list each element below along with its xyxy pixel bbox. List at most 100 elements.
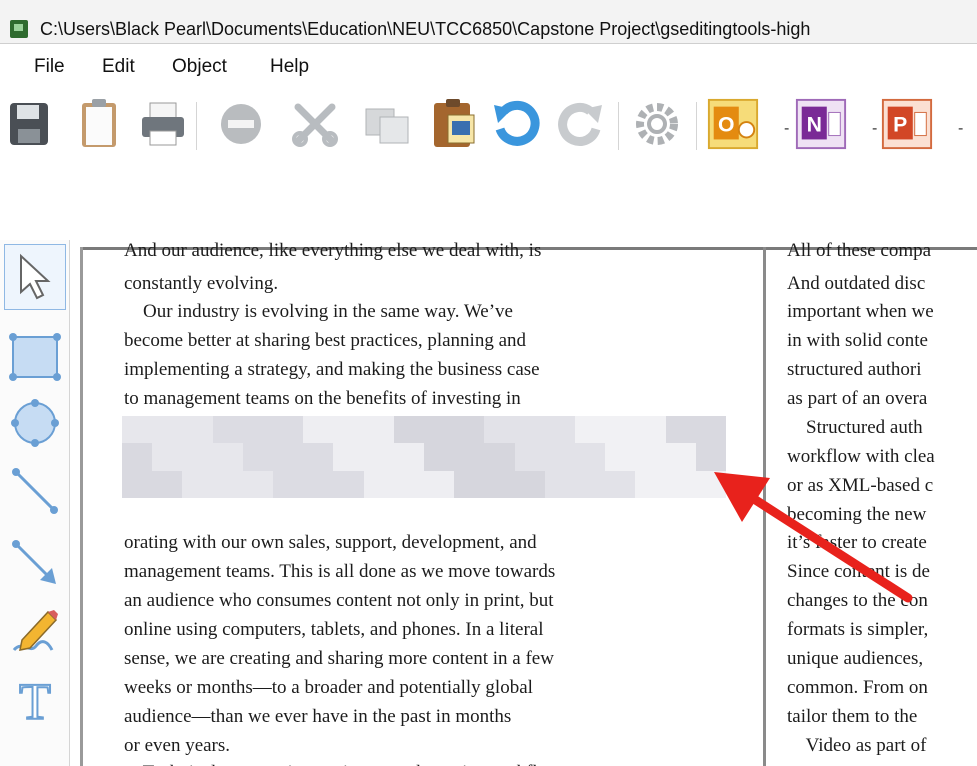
outlook-icon: O <box>707 98 759 150</box>
redaction-cell <box>212 470 243 498</box>
text-line: implementing a strategy, and making the … <box>124 359 540 380</box>
redaction-cell <box>393 443 424 471</box>
rectangle-tool[interactable] <box>4 324 66 390</box>
menu-file[interactable]: File <box>34 56 65 78</box>
redaction-cell <box>695 443 726 471</box>
paste-button[interactable] <box>428 94 482 154</box>
redacted-text-block <box>122 416 726 498</box>
redaction-cell <box>544 470 575 498</box>
rectangle-icon <box>9 333 61 381</box>
text-line: an audience who consumes content not onl… <box>124 590 554 611</box>
paste-icon <box>434 99 475 147</box>
onenote-letter: N <box>807 114 822 137</box>
cut-button[interactable] <box>288 94 342 154</box>
select-tool[interactable] <box>4 244 66 310</box>
redaction-cell <box>273 443 304 471</box>
text-line: unique audiences, <box>787 648 924 669</box>
select-arrow-icon <box>20 253 51 300</box>
redaction-cell <box>333 470 364 498</box>
text-line: All of these compa <box>787 240 932 261</box>
text-line: to management teams on the benefits of i… <box>124 388 521 409</box>
text-tool[interactable]: T <box>4 668 66 734</box>
settings-icon <box>636 103 678 145</box>
text-line: in with solid conte <box>787 330 928 351</box>
powerpoint-dropdown[interactable]: - <box>958 120 963 138</box>
redaction-cell <box>575 443 606 471</box>
outlook-dropdown[interactable]: - <box>784 120 789 138</box>
window-title: C:\Users\Black Pearl\Documents\Education… <box>40 19 811 39</box>
copy-button[interactable] <box>360 94 414 154</box>
redaction-cell <box>514 416 545 444</box>
text-line: orating with our own sales, support, dev… <box>124 532 537 553</box>
pencil-tool[interactable] <box>4 600 66 666</box>
menu-edit[interactable]: Edit <box>102 56 135 78</box>
redo-icon <box>558 103 602 146</box>
undo-button[interactable] <box>490 94 544 154</box>
remove-button[interactable] <box>214 94 268 154</box>
text-line: structured authori <box>787 359 922 380</box>
redaction-cell <box>424 470 455 498</box>
text-line: management teams. This is all done as we… <box>124 561 556 582</box>
outlook-button[interactable]: O <box>706 94 760 154</box>
line-tool[interactable] <box>4 458 66 524</box>
onenote-dropdown[interactable]: - <box>872 120 877 138</box>
clipboard-button[interactable] <box>72 94 126 154</box>
text-line: And outdated disc <box>787 273 926 294</box>
redaction-cell <box>514 470 545 498</box>
clipboard-icon <box>82 99 116 147</box>
redaction-cell <box>363 443 394 471</box>
text-line: become better at sharing best practices,… <box>124 330 527 351</box>
powerpoint-button[interactable]: P <box>880 94 934 154</box>
text-line: Video as part of <box>787 735 927 756</box>
text-line: audience—than we ever have in the past i… <box>124 706 512 727</box>
toolbar-separator <box>618 102 619 150</box>
menu-bar: File Edit Object Help <box>0 56 977 84</box>
redaction-cell <box>212 416 243 444</box>
redaction-cell <box>635 443 666 471</box>
redaction-cell <box>393 470 424 498</box>
text-line: as part of an overa <box>787 388 928 409</box>
onenote-icon: N <box>795 98 847 150</box>
redaction-cell <box>363 470 394 498</box>
text-line: workflow with clea <box>787 446 935 467</box>
redaction-cell <box>152 416 183 444</box>
text-line: online using computers, tablets, and pho… <box>124 619 544 640</box>
redaction-cell <box>544 416 575 444</box>
redaction-cell <box>273 470 304 498</box>
save-button[interactable] <box>2 94 56 154</box>
text-line: Structured auth <box>787 417 923 438</box>
redaction-cell <box>635 416 666 444</box>
redaction-cell <box>514 443 545 471</box>
remove-icon <box>221 104 261 144</box>
powerpoint-icon: P <box>881 98 933 150</box>
redaction-cell <box>454 443 485 471</box>
redaction-cell <box>575 470 606 498</box>
redaction-cell <box>303 416 334 444</box>
text-line: common. From on <box>787 677 928 698</box>
ellipse-tool[interactable] <box>4 390 66 456</box>
redaction-cell <box>454 416 485 444</box>
settings-button[interactable] <box>630 94 684 154</box>
save-icon <box>10 103 48 145</box>
left-column-text: And our audience, like everything else w… <box>124 240 754 766</box>
text-line: sense, we are creating and sharing more … <box>124 648 554 669</box>
redaction-cell <box>152 443 183 471</box>
text-line: weeks or months—to a broader and potenti… <box>124 677 533 698</box>
undo-icon <box>494 100 540 146</box>
powerpoint-letter: P <box>893 114 907 137</box>
menu-object[interactable]: Object <box>172 56 227 78</box>
ellipse-icon <box>11 399 59 447</box>
copy-icon <box>365 108 409 144</box>
redo-button[interactable] <box>554 94 608 154</box>
redaction-cell <box>303 443 334 471</box>
redaction-cell <box>273 416 304 444</box>
toolbar-separator <box>196 102 197 150</box>
redaction-cell <box>122 443 153 471</box>
print-button[interactable] <box>136 94 190 154</box>
onenote-button[interactable]: N <box>794 94 848 154</box>
print-icon <box>142 102 184 146</box>
arrow-tool[interactable] <box>4 530 66 596</box>
redaction-cell <box>484 443 515 471</box>
menu-help[interactable]: Help <box>270 56 309 78</box>
text-line: Technical communicators improve the enti… <box>124 758 565 766</box>
